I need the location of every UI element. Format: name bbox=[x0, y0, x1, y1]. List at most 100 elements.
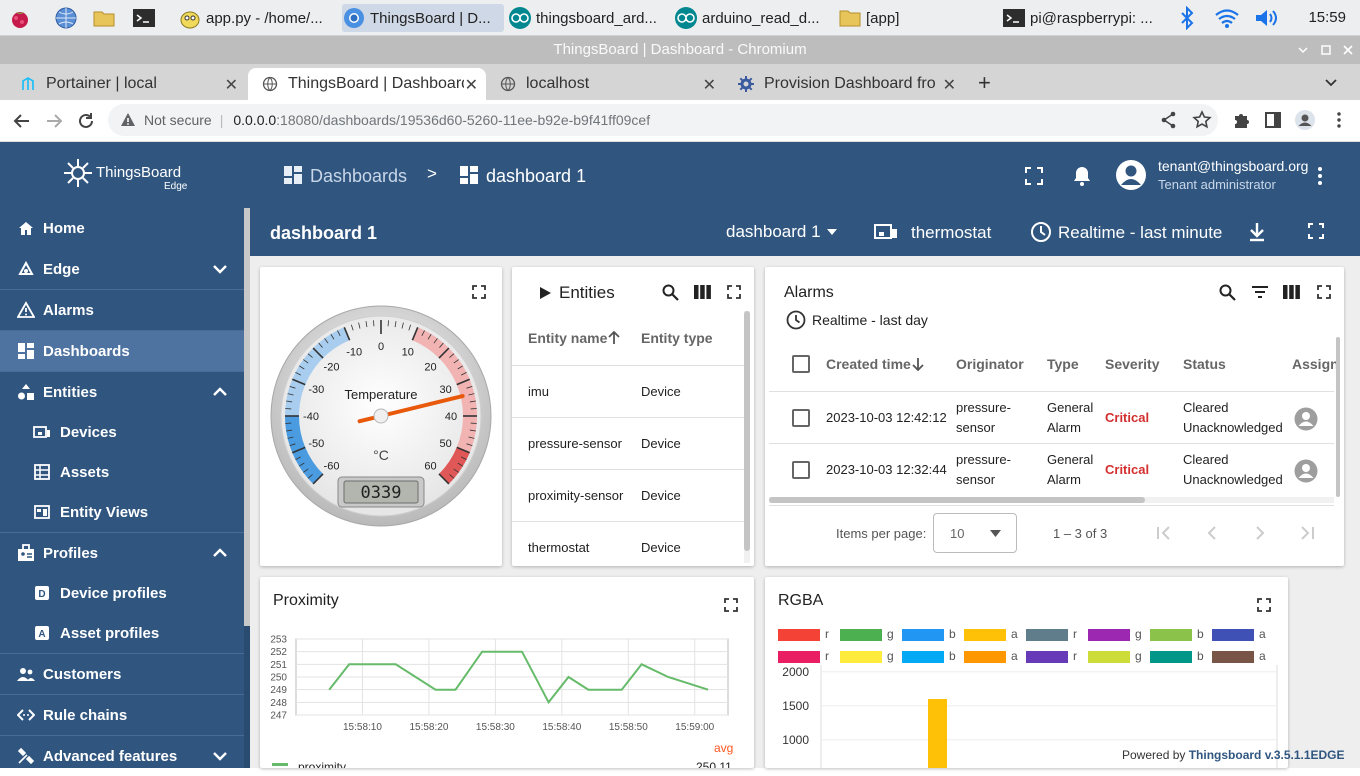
warning-icon[interactable] bbox=[120, 112, 136, 128]
widget-fullscreen-icon[interactable] bbox=[1317, 285, 1331, 299]
column-header-assignee[interactable]: Assign bbox=[1292, 356, 1339, 372]
chevron-up-icon[interactable] bbox=[212, 545, 228, 561]
tab-close-icon[interactable]: ✕ bbox=[943, 75, 956, 95]
taskbar-window-terminal[interactable]: pi@raspberrypi: ... bbox=[1002, 4, 1164, 32]
column-header-entity-name[interactable]: Entity name bbox=[528, 330, 607, 346]
legend-entry[interactable]: b bbox=[1150, 649, 1212, 665]
legend-entry[interactable]: r bbox=[778, 649, 840, 665]
system-clock[interactable]: 15:59 bbox=[1308, 9, 1346, 26]
legend-entry[interactable]: b bbox=[1150, 627, 1212, 643]
widget-fullscreen-icon[interactable] bbox=[1257, 598, 1271, 612]
columns-icon[interactable] bbox=[1283, 284, 1300, 300]
sidebar-item-asset-profiles[interactable]: A Asset profiles bbox=[0, 613, 244, 653]
row-checkbox[interactable] bbox=[792, 409, 810, 427]
sidebar-item-entity-views[interactable]: Entity Views bbox=[0, 492, 244, 532]
sidebar-item-customers[interactable]: Customers bbox=[0, 654, 244, 694]
column-header-originator[interactable]: Originator bbox=[956, 356, 1024, 372]
legend-entry[interactable]: g bbox=[1088, 627, 1150, 643]
sidebar-item-edge[interactable]: Edge bbox=[0, 249, 244, 289]
legend-entry[interactable]: g bbox=[840, 649, 902, 665]
alarms-timewindow[interactable]: Realtime - last day bbox=[812, 312, 928, 328]
column-header-type[interactable]: Type bbox=[1047, 356, 1079, 372]
legend-entry[interactable]: a bbox=[964, 627, 1026, 643]
legend-entry[interactable]: b bbox=[902, 627, 964, 643]
window-minimize-icon[interactable] bbox=[1297, 44, 1309, 56]
new-tab-button[interactable]: + bbox=[978, 70, 991, 96]
browser-tab-thingsboard[interactable]: ThingsBoard | Dashboard ✕ bbox=[248, 68, 486, 100]
volume-icon[interactable] bbox=[1254, 6, 1282, 30]
column-header-entity-type[interactable]: Entity type bbox=[641, 330, 713, 346]
taskbar-window-arduino-1[interactable]: thingsboard_ard... bbox=[508, 4, 668, 32]
row-checkbox[interactable] bbox=[792, 461, 810, 479]
tab-close-icon[interactable]: ✕ bbox=[465, 75, 478, 95]
sidebar-item-alarms[interactable]: Alarms bbox=[0, 290, 244, 330]
browser-menu-icon[interactable] bbox=[1330, 111, 1348, 129]
select-all-checkbox[interactable] bbox=[792, 355, 810, 373]
download-icon[interactable] bbox=[1248, 222, 1266, 242]
file-manager-launcher-icon[interactable] bbox=[92, 4, 124, 32]
chevron-down-icon[interactable] bbox=[212, 748, 228, 764]
window-titlebar[interactable]: ThingsBoard | Dashboard - Chromium bbox=[0, 36, 1360, 64]
legend-entry[interactable]: b bbox=[902, 649, 964, 665]
items-per-page-select[interactable]: 10 bbox=[933, 513, 1017, 553]
forward-arrow-icon[interactable] bbox=[44, 111, 64, 131]
sidebar-item-profiles[interactable]: Profiles bbox=[0, 533, 244, 573]
search-icon[interactable] bbox=[1219, 284, 1236, 301]
tab-close-icon[interactable]: ✕ bbox=[703, 75, 716, 95]
extensions-icon[interactable] bbox=[1232, 111, 1250, 129]
browser-tab-portainer[interactable]: Portainer | local ✕ bbox=[6, 68, 246, 100]
reload-icon[interactable] bbox=[76, 111, 96, 131]
wifi-icon[interactable] bbox=[1214, 6, 1240, 30]
filter-icon[interactable] bbox=[1252, 285, 1268, 299]
entity-row-name[interactable]: proximity-sensor bbox=[528, 488, 623, 503]
taskbar-window-thonny[interactable]: app.py - /home/... bbox=[178, 4, 338, 32]
search-icon[interactable] bbox=[662, 284, 679, 301]
tab-search-chevron-icon[interactable] bbox=[1324, 76, 1338, 90]
legend-entry[interactable]: g bbox=[1088, 649, 1150, 665]
thingsboard-logo-icon[interactable] bbox=[60, 156, 96, 190]
tab-close-icon[interactable]: ✕ bbox=[225, 75, 238, 95]
sidebar-item-advanced-features[interactable]: Advanced features bbox=[0, 736, 244, 776]
entity-row-name[interactable]: thermostat bbox=[528, 540, 589, 555]
notifications-bell-icon[interactable] bbox=[1072, 165, 1092, 187]
sidebar-item-devices[interactable]: Devices bbox=[0, 412, 244, 452]
sort-arrow-down-icon[interactable] bbox=[912, 357, 924, 371]
window-maximize-icon[interactable] bbox=[1320, 44, 1332, 56]
next-page-icon[interactable] bbox=[1254, 526, 1266, 540]
column-header-status[interactable]: Status bbox=[1183, 356, 1226, 372]
legend-entry[interactable]: a bbox=[964, 649, 1026, 665]
timewindow-value[interactable]: Realtime - last minute bbox=[1058, 223, 1222, 243]
column-header-created-time[interactable]: Created time bbox=[826, 356, 911, 372]
column-header-severity[interactable]: Severity bbox=[1105, 356, 1159, 372]
legend-entry[interactable]: r bbox=[1026, 627, 1088, 643]
browser-tab-provision[interactable]: Provision Dashboard from ✕ bbox=[724, 68, 964, 100]
powered-by-link[interactable]: Thingsboard v.3.5.1.1EDGE bbox=[1189, 748, 1345, 762]
widget-fullscreen-icon[interactable] bbox=[727, 285, 741, 299]
entity-row-name[interactable]: imu bbox=[528, 384, 549, 399]
side-panel-icon[interactable] bbox=[1264, 111, 1282, 129]
entity-alias-value[interactable]: thermostat bbox=[911, 223, 991, 243]
assignee-avatar-icon[interactable] bbox=[1294, 407, 1318, 431]
address-bar[interactable]: Not secure | 0.0.0.0:18080/dashboards/19… bbox=[108, 104, 1218, 136]
window-close-icon[interactable] bbox=[1342, 44, 1354, 56]
widget-fullscreen-icon[interactable] bbox=[472, 285, 486, 299]
user-avatar-icon[interactable] bbox=[1115, 159, 1147, 191]
breadcrumb-root[interactable]: Dashboards bbox=[310, 166, 407, 187]
chevron-up-icon[interactable] bbox=[212, 384, 228, 400]
share-icon[interactable] bbox=[1160, 111, 1178, 129]
legend-entry[interactable]: g bbox=[840, 627, 902, 643]
legend-entry[interactable]: a bbox=[1212, 627, 1274, 643]
sidebar-item-home[interactable]: Home bbox=[0, 208, 244, 248]
legend-entry[interactable]: r bbox=[778, 627, 840, 643]
sort-arrow-up-icon[interactable] bbox=[608, 331, 620, 345]
dashboard-selector-caret-icon[interactable] bbox=[826, 228, 838, 236]
entities-scrollbar-thumb[interactable] bbox=[744, 311, 750, 551]
sidebar-item-device-profiles[interactable]: D Device profiles bbox=[0, 573, 244, 613]
terminal-launcher-icon[interactable] bbox=[132, 4, 164, 32]
taskbar-window-chromium[interactable]: ThingsBoard | D... bbox=[342, 4, 504, 32]
legend-entry[interactable]: a bbox=[1212, 649, 1274, 665]
bluetooth-icon[interactable] bbox=[1178, 6, 1196, 30]
previous-page-icon[interactable] bbox=[1206, 526, 1218, 540]
last-page-icon[interactable] bbox=[1299, 526, 1315, 540]
fullscreen-icon[interactable] bbox=[1025, 167, 1043, 185]
